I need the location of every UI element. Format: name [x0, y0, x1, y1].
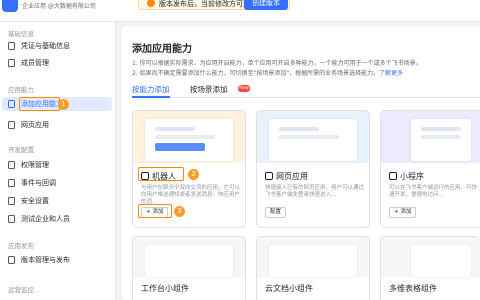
sidebar-section-dev: 开发配置	[8, 146, 34, 154]
create-version-button[interactable]: 创建版本	[244, 0, 288, 10]
sidebar-item-label: 网页应用	[21, 121, 49, 129]
sidebar-item-label: 成员管理	[21, 59, 49, 67]
preview-line	[155, 127, 195, 131]
card-title: 多维表格组件	[389, 284, 437, 293]
top-bar: 企业应用 @大数据有限公司 版本发布后，当前修改方可生效 创建版本	[0, 0, 480, 22]
page-title: 添加应用能力	[132, 44, 192, 55]
preview-window	[411, 245, 471, 277]
sidebar-item-label: 权限管理	[21, 161, 49, 169]
add-mini-program-button[interactable]: + 添加	[389, 207, 417, 218]
preview-line	[421, 135, 461, 139]
sidebar-section-capabilities: 应用能力	[8, 86, 34, 94]
app-logo	[2, 0, 18, 12]
sidebar-item-label: 事件与回调	[21, 179, 56, 187]
sidebar-item-security[interactable]: 安全设置	[2, 194, 112, 208]
preview-line	[155, 135, 215, 139]
widget-preview	[133, 237, 245, 277]
tab-by-capability[interactable]: 按能力添加	[132, 84, 170, 95]
card-description: 与用户在聊天中双向交流的应用，它可以向用户推送通知或者发送消息，响应用户的消..…	[141, 185, 241, 205]
preview-window	[269, 119, 357, 161]
highlight-box	[138, 167, 184, 181]
description-1: 1. 你可以根据实际需求，为应用开启能力，单个应用可开启多种能力，一个能力可用于…	[132, 60, 422, 67]
preview-block	[155, 143, 205, 151]
permissions-icon	[8, 161, 15, 169]
highlight-box	[19, 97, 60, 111]
preview-window	[145, 245, 233, 277]
sidebar-section-basic: 基础信息	[8, 30, 34, 38]
learn-more-link[interactable]: 了解更多	[379, 70, 403, 77]
credential-icon	[8, 42, 15, 50]
mini-program-preview	[381, 111, 480, 163]
web-app-icon	[8, 121, 15, 129]
mini-program-icon	[389, 172, 397, 180]
web-icon	[265, 172, 273, 180]
preview-window	[145, 119, 233, 161]
card-title: 云文档小组件	[265, 284, 313, 293]
step-badge-2: 2	[188, 169, 199, 180]
capability-card-web-app[interactable]: 网页应用 快速接入已有的网页应用，用户可以通过飞书客户端免登录快速进入... 配…	[256, 110, 370, 228]
sidebar-item-web-app[interactable]: 网页应用	[2, 118, 112, 132]
main-panel: 添加应用能力 1. 你可以根据实际需求，为应用开启能力，单个应用可开启多种能力，…	[122, 26, 480, 300]
capability-card-bitable-widget[interactable]: 多维表格组件	[380, 236, 480, 300]
sidebar-item-permissions[interactable]: 权限管理	[2, 158, 112, 172]
preview-window	[269, 245, 357, 277]
sidebar-section-release: 应用发布	[8, 242, 34, 250]
sidebar-item-credentials[interactable]: 凭证与基础信息	[2, 39, 112, 53]
sidebar-item-label: 版本管理与发布	[21, 256, 70, 264]
test-users-icon	[8, 215, 15, 223]
sidebar-item-test-users[interactable]: 测试企业和人员	[2, 212, 112, 226]
app-org-label: 企业应用 @大数据有限公司	[22, 3, 96, 10]
preview-line	[421, 127, 461, 131]
preview-line	[279, 127, 319, 131]
capability-card-doc-widget[interactable]: 云文档小组件	[256, 236, 370, 300]
sidebar-item-label: 测试企业和人员	[21, 215, 70, 223]
add-capability-icon	[8, 100, 15, 108]
sidebar-item-label: 安全设置	[21, 197, 49, 205]
preview-line	[279, 135, 339, 139]
widget-preview	[257, 237, 369, 277]
sidebar-item-events[interactable]: 事件与回调	[2, 176, 112, 190]
sidebar-item-add-capability[interactable]: 添加应用能力	[2, 97, 112, 111]
highlight-box	[138, 204, 172, 218]
events-icon	[8, 179, 15, 187]
card-title: 小程序	[389, 171, 424, 182]
sidebar-item-versions[interactable]: 版本管理与发布	[2, 253, 112, 267]
active-tab-indicator	[132, 96, 170, 98]
card-description: 快速接入已有的网页应用，用户可以通过飞书客户端免登录快速进入...	[265, 185, 365, 198]
card-title: 工作台小组件	[141, 284, 189, 293]
notice-text: 版本发布后，当前修改方可生效	[159, 0, 257, 8]
preview-window	[411, 119, 471, 161]
card-title: 网页应用	[265, 171, 308, 182]
description-2: 2. 如果尚不确定需要添加什么能力，可切换至"按场景添加"，根据所需的业务场景选…	[132, 70, 404, 77]
configure-web-app-button[interactable]: 配置	[265, 207, 287, 218]
version-icon	[8, 256, 15, 264]
web-app-preview	[257, 111, 369, 163]
sidebar: 基础信息 凭证与基础信息 成员管理 应用能力 添加应用能力 1 网页应用 开发配…	[0, 22, 116, 300]
capability-card-workspace-widget[interactable]: 工作台小组件	[132, 236, 246, 300]
warning-icon	[147, 0, 155, 7]
step-badge-1: 1	[58, 99, 69, 110]
sidebar-item-members[interactable]: 成员管理	[2, 56, 112, 70]
widget-preview	[381, 237, 480, 277]
sidebar-item-label: 凭证与基础信息	[21, 42, 70, 50]
card-description: 可以在飞书客户端运行的应用，可快速开发、便捷地访问...	[389, 185, 478, 198]
members-icon	[8, 59, 15, 67]
bot-preview	[133, 111, 245, 163]
tab-bar: 按能力添加 按场景添加 New	[132, 84, 480, 98]
sidebar-section-monitoring: 运营监控	[8, 286, 34, 294]
shield-icon	[8, 197, 15, 205]
capability-card-mini-program[interactable]: 小程序 可以在飞书客户端运行的应用，可快速开发、便捷地访问... + 添加	[380, 110, 480, 228]
new-badge: New	[238, 85, 250, 92]
tab-by-scenario[interactable]: 按场景添加	[190, 84, 228, 95]
step-badge-3: 3	[174, 206, 185, 217]
